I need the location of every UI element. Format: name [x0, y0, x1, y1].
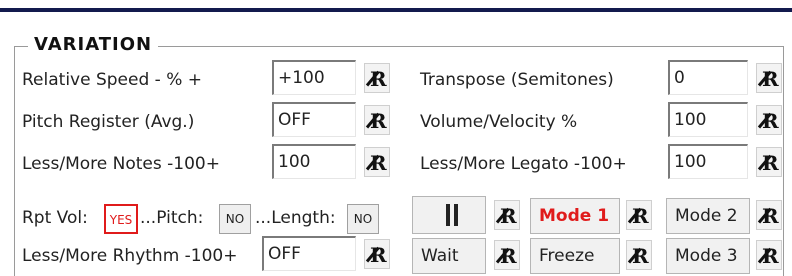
freeze-button[interactable]: Freeze [530, 238, 620, 274]
window-top [0, 0, 792, 8]
rpt-pitch-toggle[interactable]: NO [219, 204, 251, 234]
less-more-legato-reset-button[interactable]: R [756, 147, 782, 177]
wait-reset-button[interactable]: R [494, 240, 520, 270]
pause-icon-bar-left [446, 204, 450, 226]
pitch-register-reset-button[interactable]: R [364, 105, 390, 135]
less-more-notes-field[interactable]: 100 [272, 144, 356, 179]
pitch-register-field[interactable]: OFF [272, 102, 356, 137]
volume-velocity-field[interactable]: 100 [668, 102, 748, 137]
rpt-pitch-label: ...Pitch: [140, 208, 204, 228]
group-title: VARIATION [28, 34, 159, 55]
rpt-vol-toggle[interactable]: YES [104, 204, 138, 234]
less-more-rhythm-field[interactable]: OFF [262, 236, 356, 271]
transpose-reset-button[interactable]: R [756, 63, 782, 93]
rpt-vol-label: Rpt Vol: [22, 208, 88, 228]
title-bar-line [0, 8, 792, 12]
transpose-label: Transpose (Semitones) [420, 70, 614, 90]
volume-velocity-label: Volume/Velocity % [420, 112, 578, 132]
less-more-legato-field[interactable]: 100 [668, 144, 748, 179]
mode2-button[interactable]: Mode 2 [666, 198, 750, 234]
pitch-register-label: Pitch Register (Avg.) [22, 112, 195, 132]
relative-speed-reset-button[interactable]: R [364, 63, 390, 93]
volume-velocity-reset-button[interactable]: R [756, 105, 782, 135]
relative-speed-label: Relative Speed - % + [22, 70, 202, 90]
less-more-legato-label: Less/More Legato -100+ [420, 154, 627, 174]
mode1-reset-button[interactable]: R [626, 200, 652, 230]
less-more-rhythm-label: Less/More Rhythm -100+ [22, 246, 238, 266]
rpt-length-label: ...Length: [255, 208, 336, 228]
mode3-button[interactable]: Mode 3 [666, 238, 750, 274]
pause-button[interactable] [412, 196, 486, 234]
pause-reset-button[interactable]: R [494, 200, 520, 230]
mode2-reset-button[interactable]: R [756, 200, 782, 230]
mode3-reset-button[interactable]: R [756, 240, 782, 270]
less-more-notes-reset-button[interactable]: R [364, 147, 390, 177]
rpt-length-toggle[interactable]: NO [347, 204, 379, 234]
wait-button[interactable]: Wait [412, 238, 486, 274]
transpose-field[interactable]: 0 [668, 60, 748, 95]
freeze-reset-button[interactable]: R [626, 240, 652, 270]
less-more-notes-label: Less/More Notes -100+ [22, 154, 220, 174]
relative-speed-field[interactable]: +100 [272, 60, 356, 95]
pause-icon-bar-right [454, 204, 458, 226]
mode1-button[interactable]: Mode 1 [530, 198, 620, 234]
less-more-rhythm-reset-button[interactable]: R [364, 239, 390, 269]
